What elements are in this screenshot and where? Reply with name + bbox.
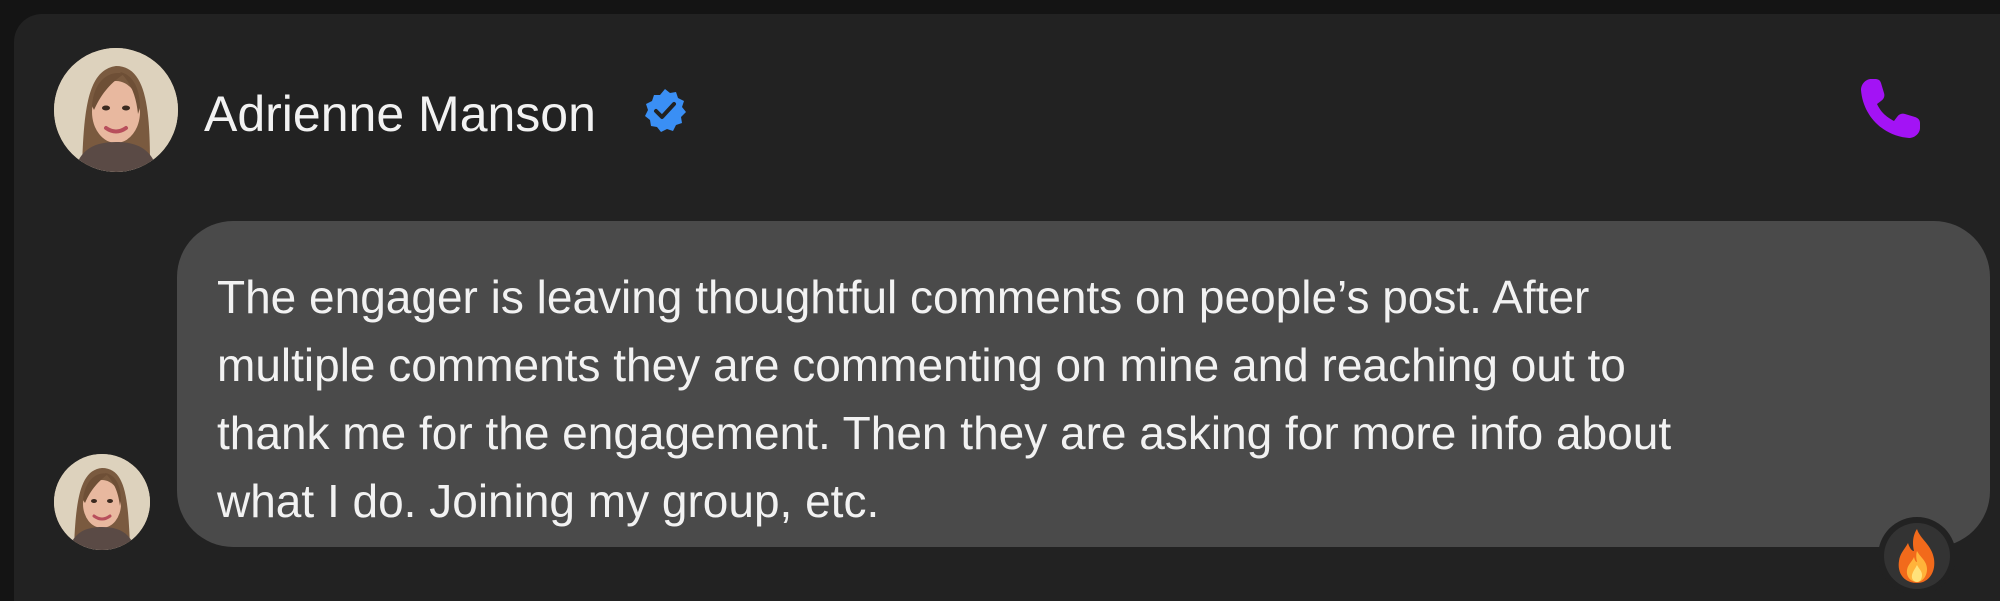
message-text: The engager is leaving thoughtful commen…	[217, 271, 1672, 527]
phone-icon[interactable]	[1857, 76, 1923, 142]
fire-emoji-icon	[1898, 529, 1935, 583]
contact-name[interactable]: Adrienne Manson	[204, 84, 596, 144]
message-reaction[interactable]	[1878, 517, 1956, 595]
message-sender-avatar[interactable]	[54, 454, 150, 550]
message-bubble[interactable]: The engager is leaving thoughtful commen…	[177, 221, 1990, 547]
verified-badge-icon	[641, 87, 689, 135]
contact-avatar[interactable]	[54, 48, 178, 172]
chat-panel: Adrienne Manson The engager is leaving t…	[14, 14, 2000, 601]
